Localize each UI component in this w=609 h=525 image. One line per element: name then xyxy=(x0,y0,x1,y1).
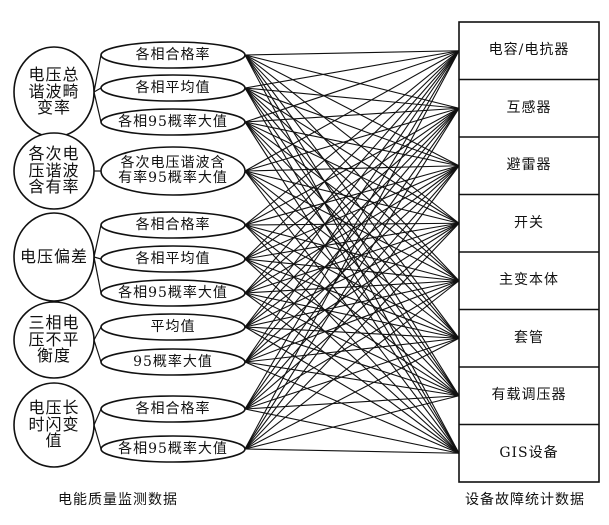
fault-stats-caption: 设备故障统计数据 xyxy=(465,492,585,508)
indicator-node xyxy=(100,108,246,136)
indicator-node xyxy=(100,41,246,69)
fault-link xyxy=(244,107,460,260)
indicator-node xyxy=(100,146,246,196)
category-node xyxy=(13,212,95,302)
category-node xyxy=(13,132,95,210)
indicator-node xyxy=(100,211,246,239)
category-link xyxy=(93,408,102,426)
category-node xyxy=(13,382,95,468)
category-link xyxy=(93,339,102,363)
category-link xyxy=(93,424,102,450)
indicator-node xyxy=(100,279,246,307)
fault-link xyxy=(244,107,460,294)
fault-link xyxy=(244,165,460,260)
indicator-node xyxy=(100,435,246,463)
power-quality-caption: 电能质量监测数据 xyxy=(58,492,178,508)
indicator-node xyxy=(100,395,246,423)
category-link xyxy=(93,91,102,123)
fault-link xyxy=(244,165,460,450)
category-link xyxy=(93,326,102,341)
category-link xyxy=(93,224,102,258)
indicator-node xyxy=(100,74,246,102)
fault-link xyxy=(244,50,460,56)
fault-link xyxy=(244,50,460,328)
fault-link xyxy=(244,170,460,397)
fault-link xyxy=(244,107,460,328)
category-node xyxy=(13,46,95,138)
fault-link xyxy=(244,395,460,450)
indicator-node xyxy=(100,348,246,376)
category-node xyxy=(13,301,95,379)
fault-link xyxy=(244,258,460,282)
category-link xyxy=(93,54,102,93)
category-link xyxy=(93,256,102,294)
fault-link xyxy=(244,170,460,224)
fault-link xyxy=(244,107,460,172)
fault-link xyxy=(244,50,460,226)
fault-link xyxy=(244,448,460,454)
diagram-canvas xyxy=(13,21,600,483)
indicator-node xyxy=(100,245,246,273)
category-link xyxy=(93,256,102,260)
indicator-node xyxy=(100,313,246,341)
